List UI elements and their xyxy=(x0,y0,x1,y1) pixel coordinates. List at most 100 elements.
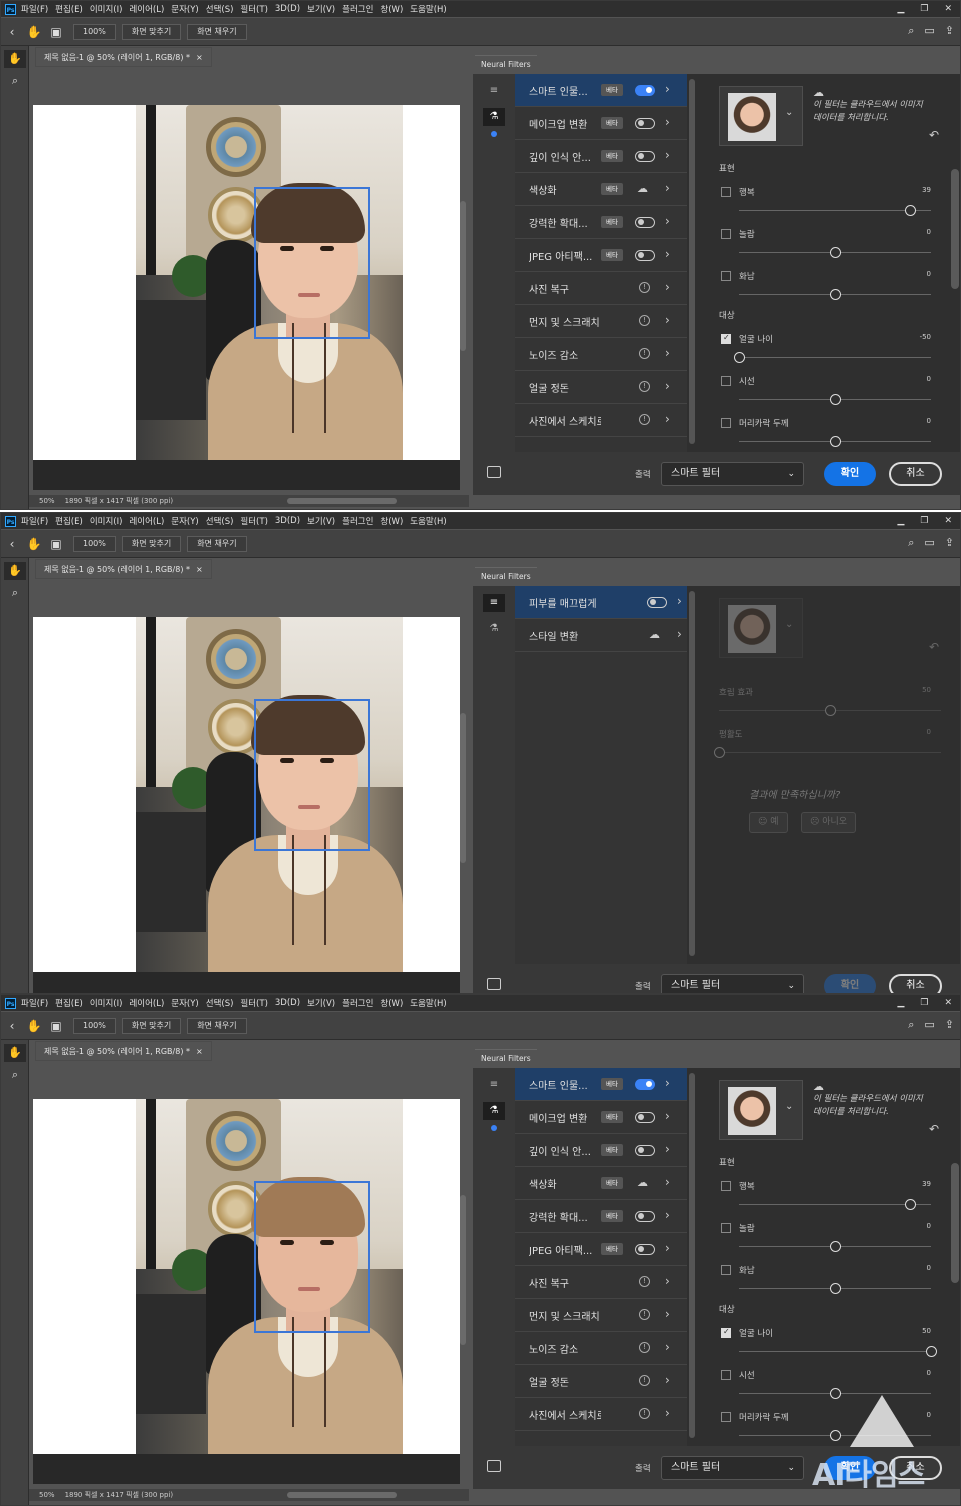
filter-list-scrollbar[interactable] xyxy=(689,591,695,956)
filter-toggle[interactable] xyxy=(635,1244,655,1255)
featured-filters-icon[interactable]: ≡ xyxy=(483,1076,505,1094)
portrait-slider[interactable]: 화남 0 xyxy=(719,268,931,308)
filter-item[interactable]: 깊이 인식 안... 베타 › xyxy=(515,140,687,173)
portrait-slider[interactable]: 얼굴 나이 -50 xyxy=(719,331,931,371)
cloud-icon[interactable]: ☁ xyxy=(649,628,660,641)
filter-item[interactable]: 스마트 인물... 베타 › xyxy=(515,1068,687,1101)
menu-item[interactable]: 파일(F) xyxy=(21,515,48,527)
close-icon[interactable]: ✕ xyxy=(944,998,952,1008)
cloud-icon[interactable]: ☁ xyxy=(637,1176,648,1189)
chevron-right-icon[interactable]: › xyxy=(665,1175,670,1189)
fit-screen-button[interactable]: 화면 맞추기 xyxy=(121,23,182,40)
document-close-icon[interactable]: × xyxy=(196,53,203,62)
filter-list-scrollbar[interactable] xyxy=(689,1073,695,1438)
fit-screen-button[interactable]: 화면 맞추기 xyxy=(121,535,182,552)
chevron-right-icon[interactable]: › xyxy=(665,247,670,261)
filter-item[interactable]: 얼굴 정돈! › xyxy=(515,1365,687,1398)
menu-item[interactable]: 이미지(I) xyxy=(90,515,123,527)
search-icon[interactable]: ⌕ xyxy=(908,1018,914,1032)
slider-track[interactable] xyxy=(739,210,931,211)
menu-item[interactable]: 선택(S) xyxy=(206,3,234,15)
filter-item[interactable]: 스타일 변환 ☁ › xyxy=(515,619,687,652)
filter-toggle[interactable] xyxy=(635,118,655,129)
info-icon[interactable]: ! xyxy=(639,1276,650,1287)
featured-filters-icon[interactable]: ≡ xyxy=(483,594,505,612)
minimize-icon[interactable]: ▁ xyxy=(897,998,904,1008)
info-icon[interactable]: ! xyxy=(639,1375,650,1386)
slider-knob[interactable] xyxy=(830,1283,841,1294)
info-icon[interactable]: ! xyxy=(639,315,650,326)
skin-slider[interactable]: 흐림 효과 50 xyxy=(719,684,941,724)
filter-item[interactable]: 스마트 인물... 베타 › xyxy=(515,74,687,107)
chevron-right-icon[interactable]: › xyxy=(665,1274,670,1288)
filter-toggle[interactable] xyxy=(635,151,655,162)
zoom-tool-icon[interactable]: ⌕ xyxy=(4,1066,26,1084)
filter-item[interactable]: 사진에서 스케치로! › xyxy=(515,404,687,437)
chevron-right-icon[interactable]: › xyxy=(665,1340,670,1354)
zoom-tool-icon[interactable]: ⌕ xyxy=(4,72,26,90)
beta-filters-icon[interactable]: ⚗ xyxy=(483,1102,505,1120)
filter-item[interactable]: 색상화 베타 ☁ › xyxy=(515,1167,687,1200)
menu-item[interactable]: 필터(T) xyxy=(240,3,267,15)
document-tab[interactable]: 제목 없음-1 @ 50% (레이어 1, RGB/8) * × xyxy=(35,47,212,67)
share-icon[interactable]: ⇪ xyxy=(945,24,954,38)
slider-knob[interactable] xyxy=(830,1241,841,1252)
portrait-slider[interactable]: 행복 39 xyxy=(719,184,931,224)
filter-item[interactable]: JPEG 아티팩... 베타 › xyxy=(515,1233,687,1266)
search-icon[interactable]: ⌕ xyxy=(908,536,914,550)
chevron-right-icon[interactable]: › xyxy=(665,1109,670,1123)
menu-item[interactable]: 레이어(L) xyxy=(129,515,164,527)
slider-checkbox[interactable] xyxy=(721,271,731,281)
menu-item[interactable]: 보기(V) xyxy=(307,3,335,15)
document-tab[interactable]: 제목 없음-1 @ 50% (레이어 1, RGB/8) * × xyxy=(35,1041,212,1061)
fill-screen-button[interactable]: 화면 채우기 xyxy=(187,1017,247,1034)
filter-item[interactable]: 피부를 매끄럽게 › xyxy=(515,586,687,619)
menu-item[interactable]: 보기(V) xyxy=(307,997,335,1009)
info-icon[interactable]: ! xyxy=(639,1309,650,1320)
slider-track[interactable] xyxy=(719,752,941,753)
menu-item[interactable]: 창(W) xyxy=(380,3,403,15)
menu-item[interactable]: 편집(E) xyxy=(55,997,83,1009)
menu-item[interactable]: 파일(F) xyxy=(21,3,48,15)
portrait-slider[interactable]: 시선 0 xyxy=(719,373,931,413)
menu-item[interactable]: 문자(Y) xyxy=(171,3,198,15)
menu-item[interactable]: 창(W) xyxy=(380,515,403,527)
minimize-icon[interactable]: ▁ xyxy=(897,4,904,14)
info-icon[interactable]: ! xyxy=(639,348,650,359)
menu-item[interactable]: 선택(S) xyxy=(206,515,234,527)
reset-icon[interactable]: ↶ xyxy=(929,640,939,654)
filter-item[interactable]: 얼굴 정돈! › xyxy=(515,371,687,404)
slider-knob[interactable] xyxy=(830,394,841,405)
slider-checkbox[interactable] xyxy=(721,1223,731,1233)
portrait-slider[interactable]: 얼굴 나이 50 xyxy=(719,1325,937,1365)
share-icon[interactable]: ⇪ xyxy=(945,1018,954,1032)
chevron-right-icon[interactable]: › xyxy=(665,1406,670,1420)
horizontal-scrollbar[interactable] xyxy=(287,498,397,504)
cancel-button[interactable]: 취소 xyxy=(889,462,942,486)
restore-icon[interactable]: ❐ xyxy=(920,998,928,1008)
workspace-icon[interactable]: ▭ xyxy=(924,24,934,38)
menu-item[interactable]: 문자(Y) xyxy=(171,515,198,527)
chevron-right-icon[interactable]: › xyxy=(665,313,670,327)
slider-checkbox[interactable] xyxy=(721,1181,731,1191)
document-close-icon[interactable]: × xyxy=(196,1047,203,1056)
filter-toggle[interactable] xyxy=(647,597,667,608)
slider-track[interactable] xyxy=(739,1351,931,1352)
filter-item[interactable]: 강력한 확대... 베타 › xyxy=(515,1200,687,1233)
chevron-right-icon[interactable]: › xyxy=(665,115,670,129)
ok-button[interactable]: 확인 xyxy=(824,974,876,993)
menu-item[interactable]: 필터(T) xyxy=(240,515,267,527)
feedback-no-button[interactable]: ☹ 아니오 xyxy=(801,812,857,833)
menu-item[interactable]: 파일(F) xyxy=(21,997,48,1009)
filter-item[interactable]: JPEG 아티팩... 베타 › xyxy=(515,239,687,272)
menu-item[interactable]: 플러그인 xyxy=(342,515,373,527)
info-icon[interactable]: ! xyxy=(639,381,650,392)
slider-knob[interactable] xyxy=(830,247,841,258)
close-icon[interactable]: ✕ xyxy=(944,4,952,14)
filter-item[interactable]: 사진 복구! › xyxy=(515,1266,687,1299)
chevron-down-icon[interactable]: ⌄ xyxy=(785,1101,793,1112)
restore-icon[interactable]: ❐ xyxy=(920,516,928,526)
slider-knob[interactable] xyxy=(714,747,725,758)
filter-toggle[interactable] xyxy=(635,1079,655,1090)
menu-item[interactable]: 필터(T) xyxy=(240,997,267,1009)
